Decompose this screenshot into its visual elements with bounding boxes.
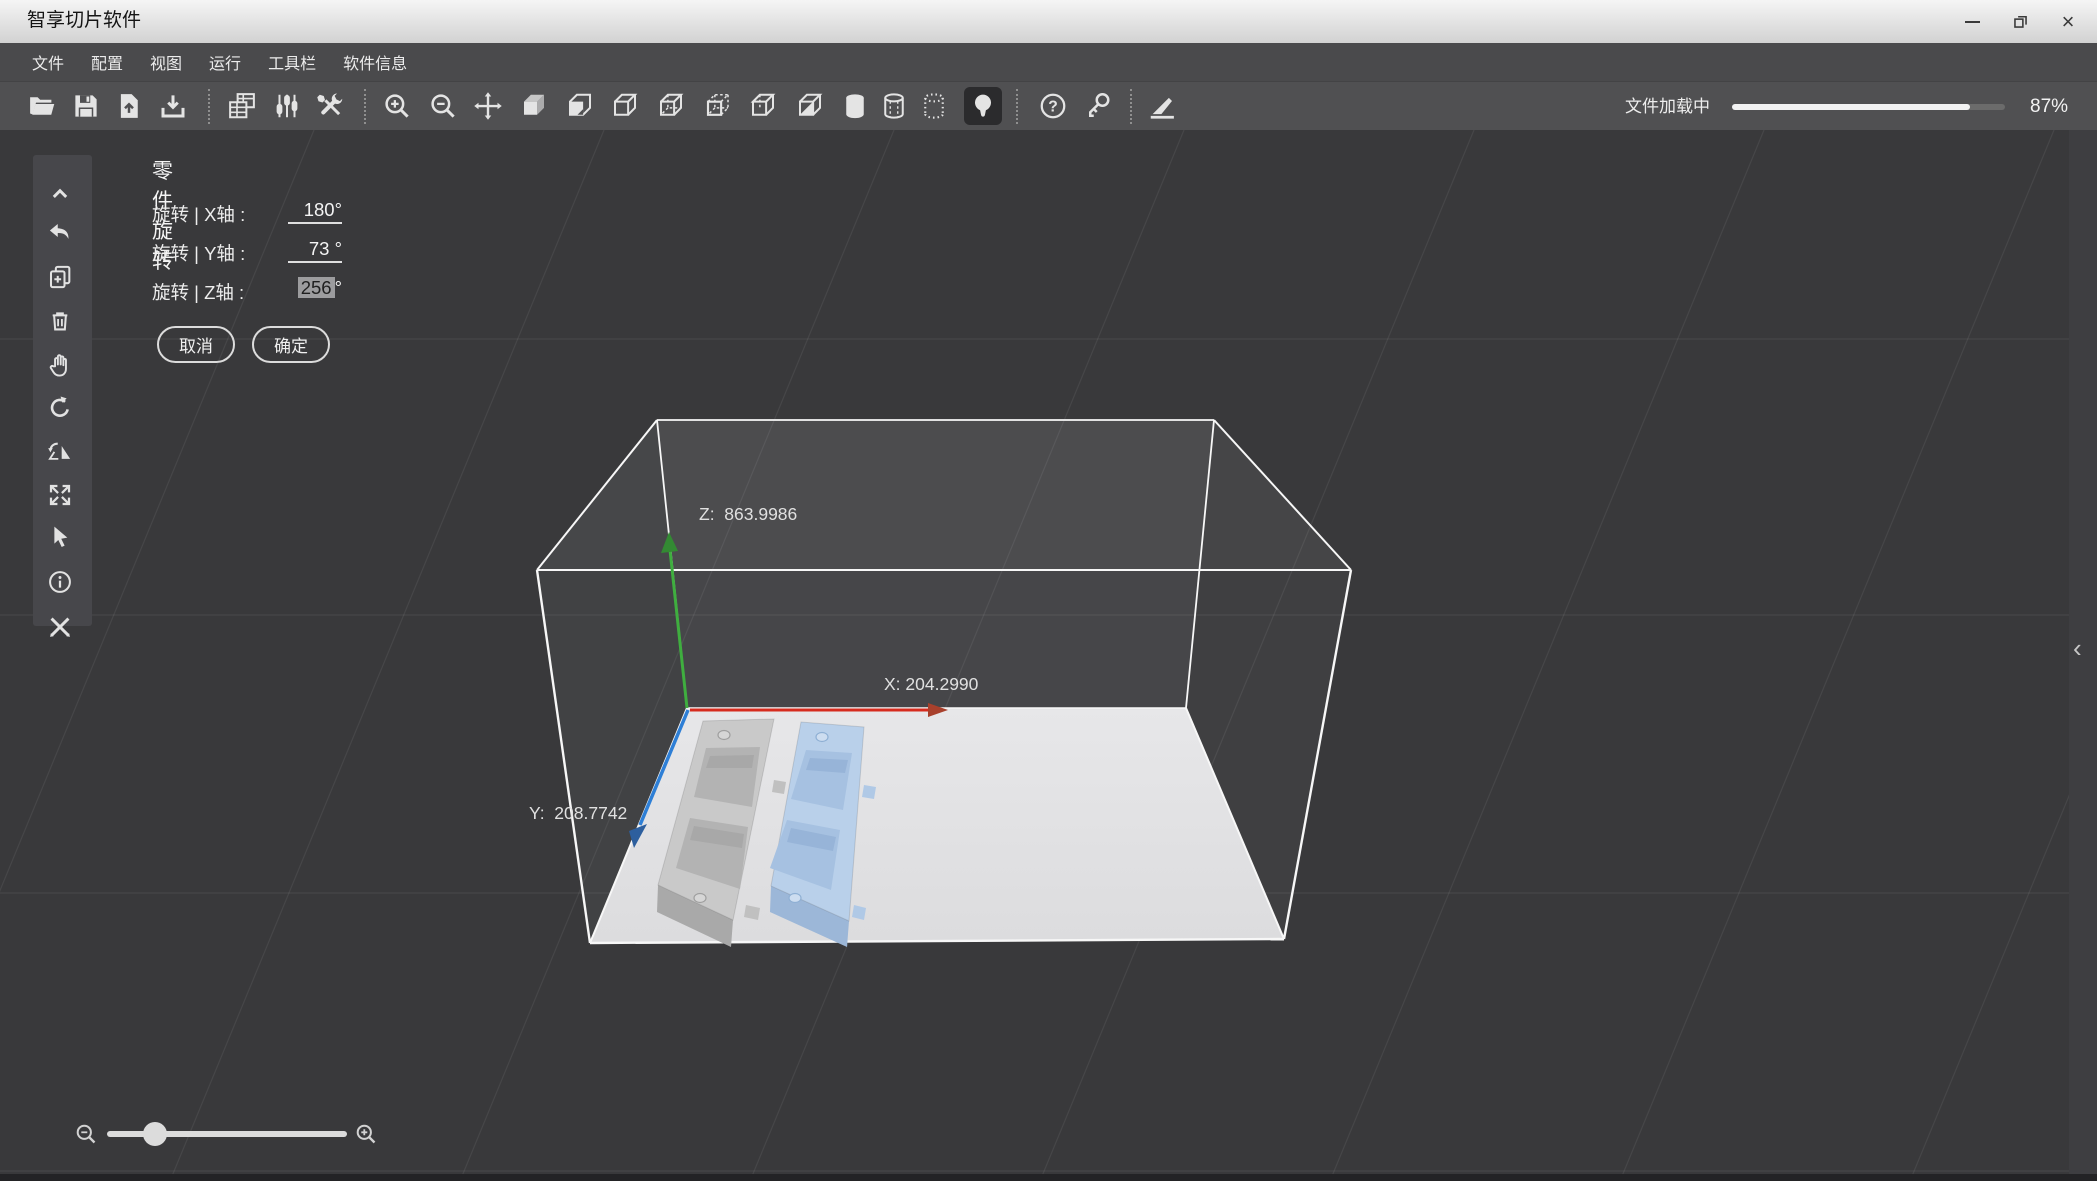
cylinder-solid-icon[interactable] [840, 91, 870, 121]
expand-panel-chevron[interactable]: ‹ [2073, 635, 2082, 661]
zoom-out-icon[interactable] [428, 91, 458, 121]
menu-item-0[interactable]: 文件 [32, 50, 64, 74]
app-window: ? [0, 0, 2097, 1181]
zoom-slider-handle[interactable] [143, 1122, 167, 1146]
export-tray-icon[interactable] [158, 91, 188, 121]
sliders-icon[interactable] [272, 91, 302, 121]
undo-icon[interactable] [47, 220, 74, 247]
window-title: 智享切片软件 [27, 10, 142, 31]
cube-dash-icon[interactable] [656, 91, 686, 121]
bulb-icon[interactable] [964, 87, 1002, 125]
rotate-z-input[interactable]: 256 ° [288, 277, 342, 302]
zoom-in-icon[interactable] [354, 1122, 378, 1146]
toolbar-separator [1016, 89, 1018, 124]
cancel-button[interactable]: 取消 [157, 326, 235, 363]
minimize-icon [1964, 20, 1980, 23]
restore-button[interactable] [2007, 9, 2033, 35]
menu-item-3[interactable]: 运行 [209, 50, 241, 74]
main-toolbar: 文件加载中 87% [0, 81, 2097, 131]
right-panel-strip: ‹ [2069, 130, 2097, 1181]
rotate-x-label: 旋转 | X轴 : [152, 204, 246, 225]
cube-wire-icon[interactable] [610, 91, 640, 121]
restore-icon [2013, 15, 2027, 28]
open-folder-icon[interactable] [27, 91, 57, 121]
close-button[interactable]: × [2055, 9, 2081, 35]
chevron-up-icon[interactable] [47, 180, 74, 207]
delete-icon[interactable] [47, 308, 74, 335]
toolbar-separator [364, 89, 366, 124]
title-bar: 智享切片软件 × [0, 0, 2097, 44]
menu-item-4[interactable]: 工具栏 [268, 50, 316, 74]
cursor-icon[interactable] [47, 524, 74, 551]
zoom-in-icon[interactable] [382, 91, 412, 121]
x-axis-label: X: 204.2990 [884, 674, 979, 694]
progress-bar [1732, 104, 2005, 110]
viewport-3d[interactable]: Z: 863.9986 X: 204.2990 Y: 208.7742 零件旋转… [0, 130, 2097, 1181]
rotate-y-label: 旋转 | Y轴 : [152, 243, 246, 264]
blade-icon[interactable] [1147, 91, 1177, 121]
progress-label: 文件加载中 [1625, 97, 1710, 116]
move-icon[interactable] [473, 91, 503, 121]
confirm-button[interactable]: 确定 [252, 326, 330, 363]
rotate-z-label: 旋转 | Z轴 : [152, 282, 245, 303]
rotate-y-input[interactable]: 73 ° [288, 238, 342, 263]
cube-page-icon[interactable] [565, 91, 595, 121]
rotate-ccw-icon[interactable] [47, 395, 74, 422]
cylinder-dots-icon[interactable] [919, 91, 949, 121]
side-toolbar [33, 155, 92, 626]
progress-fill [1732, 104, 1970, 110]
menu-item-2[interactable]: 视图 [150, 50, 182, 74]
add-copy-icon[interactable] [47, 264, 74, 291]
zoom-slider[interactable] [107, 1122, 347, 1146]
bottom-edge [0, 1174, 2097, 1181]
info-icon[interactable] [47, 569, 74, 596]
zoom-out-icon[interactable] [74, 1122, 98, 1146]
minimize-button[interactable] [1959, 9, 1985, 35]
menu-item-1[interactable]: 配置 [91, 50, 123, 74]
toolbar-separator [208, 89, 210, 124]
import-file-icon[interactable] [114, 91, 144, 121]
cube-open-icon[interactable] [748, 91, 778, 121]
cross-tools-icon[interactable] [47, 614, 74, 641]
rotate-x-input[interactable]: 180° [288, 199, 342, 224]
help-icon[interactable] [1038, 91, 1068, 121]
cylinder-wire-icon[interactable] [879, 91, 909, 121]
menu-item-5[interactable]: 软件信息 [343, 50, 407, 74]
batch-copy-icon[interactable] [227, 91, 257, 121]
save-icon[interactable] [71, 91, 101, 121]
z-axis-label: Z: 863.9986 [699, 504, 798, 524]
cube-solid-icon[interactable] [519, 91, 549, 121]
y-axis-label: Y: 208.7742 [529, 803, 628, 823]
window-controls: × [1959, 0, 2081, 43]
toolbar-separator [1130, 89, 1132, 124]
key-icon[interactable] [1084, 91, 1114, 121]
cube-hidden-icon[interactable] [703, 91, 733, 121]
expand-icon[interactable] [47, 482, 74, 509]
cube-half-icon[interactable] [795, 91, 825, 121]
close-icon: × [2061, 8, 2075, 34]
mirror-icon[interactable] [47, 438, 74, 465]
tools-icon[interactable] [316, 91, 346, 121]
pan-hand-icon[interactable] [47, 352, 74, 379]
menu-bar: 文件 配置 视图 运行 工具栏 软件信息 [0, 43, 2097, 81]
progress-percent: 87% [2030, 96, 2069, 117]
